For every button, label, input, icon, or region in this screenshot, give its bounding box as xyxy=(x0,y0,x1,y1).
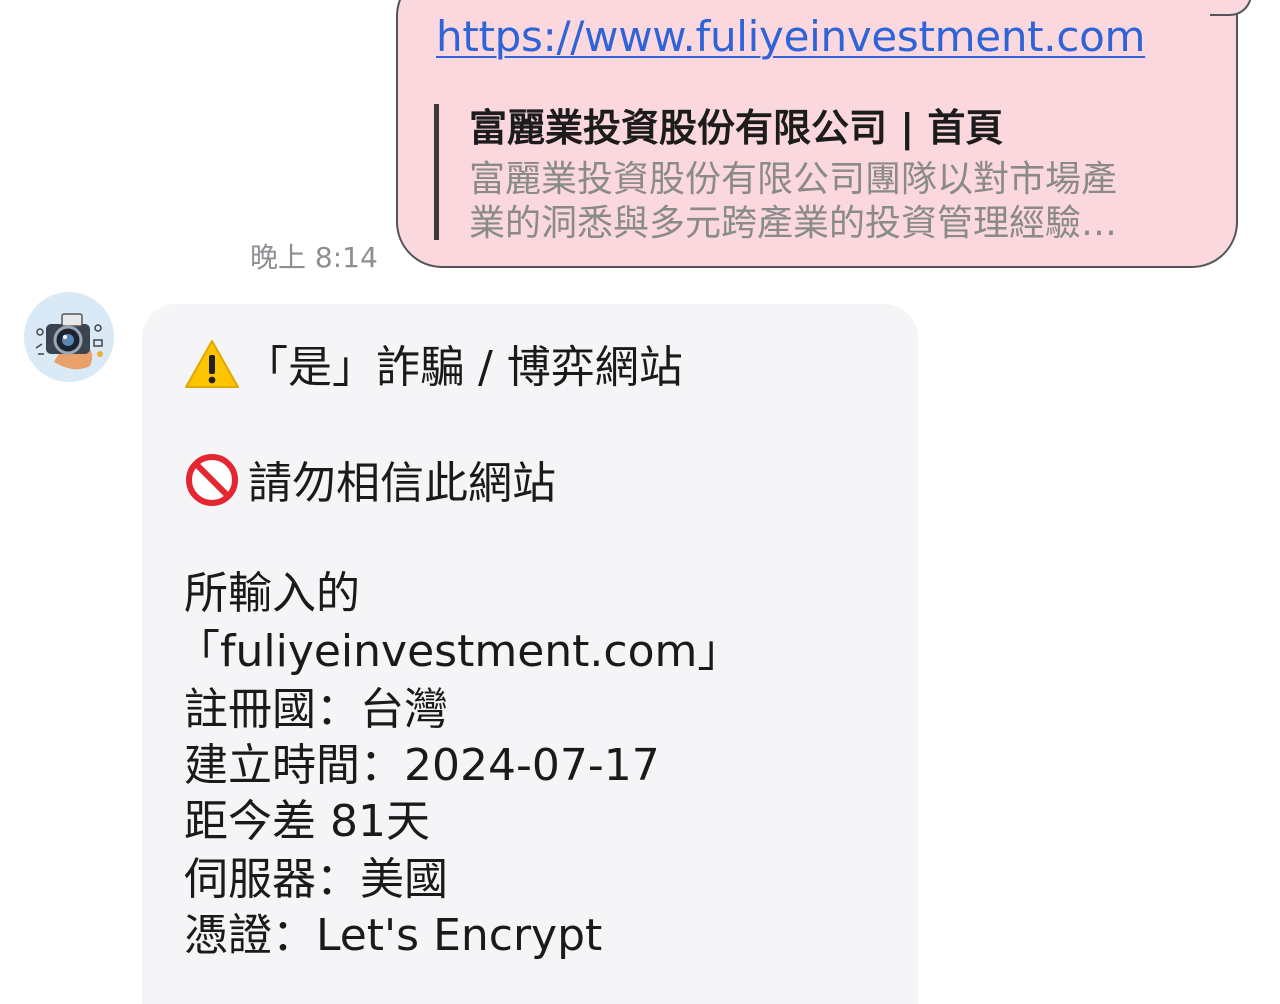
registrar-country: 註冊國：台灣 xyxy=(184,684,448,735)
domain-age: 距今差 81天 xyxy=(184,796,430,847)
verdict-line: 「是」詐騙 / 博弈網站 xyxy=(184,338,683,396)
message-timestamp: 晚上 8:14 xyxy=(250,241,378,274)
bot-avatar[interactable] xyxy=(24,292,114,382)
prohibited-icon xyxy=(186,454,238,506)
warning-icon xyxy=(185,340,239,388)
bubble-tail xyxy=(1210,0,1252,16)
certificate-issuer: 憑證：Let's Encrypt xyxy=(184,910,603,961)
message-link[interactable]: https://www.fuliyeinvestment.com xyxy=(436,12,1145,61)
chat-screen: https://www.fuliyeinvestment.com 富麗業投資股份… xyxy=(0,0,1280,1004)
link-preview-description-line-1: 富麗業投資股份有限公司團隊以對市場產 xyxy=(469,159,1118,200)
link-preview-title: 富麗業投資股份有限公司 | 首頁 xyxy=(469,106,1004,150)
domain-line: 「fuliyeinvestment.com」 xyxy=(176,626,742,677)
link-preview[interactable]: 富麗業投資股份有限公司 | 首頁 富麗業投資股份有限公司團隊以對市場產 業的洞悉… xyxy=(434,104,1194,244)
link-preview-description: 富麗業投資股份有限公司團隊以對市場產 業的洞悉與多元跨產業的投資管理經驗… xyxy=(469,158,1194,246)
server-location: 伺服器：美國 xyxy=(184,854,448,905)
link-preview-description-line-2: 業的洞悉與多元跨產業的投資管理經驗… xyxy=(469,203,1118,244)
creation-date: 建立時間：2024-07-17 xyxy=(184,740,660,791)
warning-text: 請勿相信此網站 xyxy=(248,458,556,509)
verdict-text: 「是」詐騙 / 博弈網站 xyxy=(244,342,683,393)
camera-avatar-icon xyxy=(24,292,114,382)
warning-line: 請勿相信此網站 xyxy=(184,452,556,512)
details-label: 所輸入的 xyxy=(184,568,360,619)
